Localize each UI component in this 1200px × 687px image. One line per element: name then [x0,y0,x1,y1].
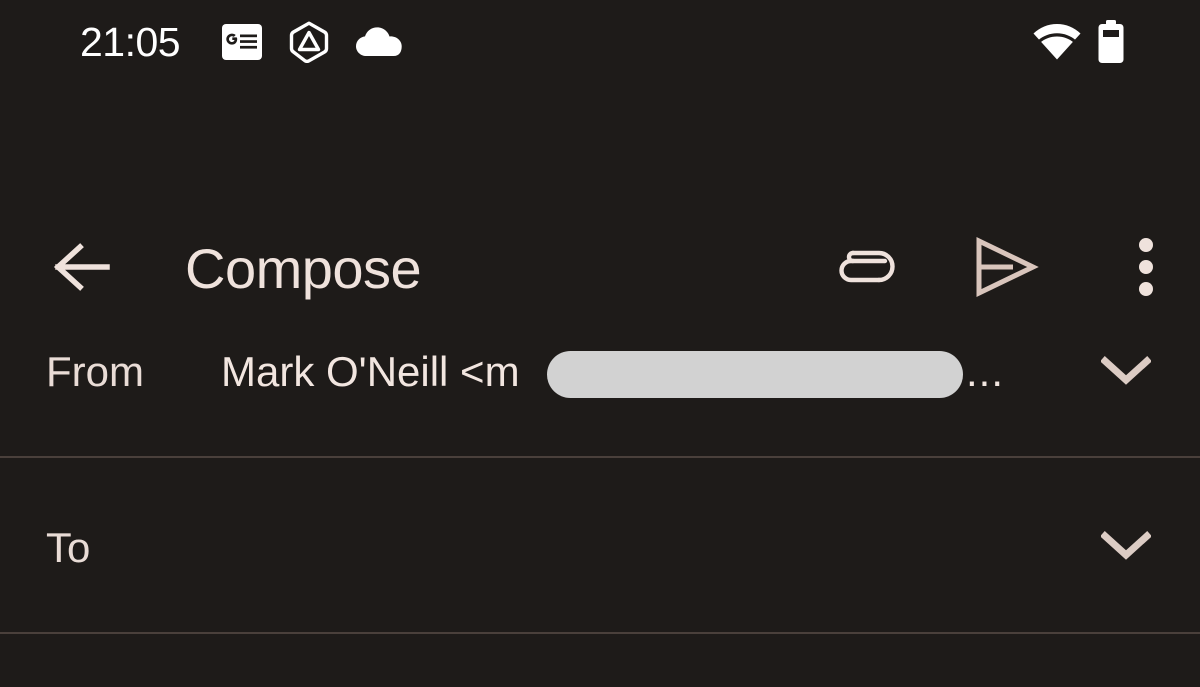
divider-below-to [0,632,1200,634]
google-news-icon [222,24,262,65]
battery-icon [1097,20,1125,69]
from-truncation-ellipsis: ... [966,348,1005,395]
chevron-down-icon [1100,355,1152,391]
app-bar: Compose [0,84,1200,300]
status-clock: 21:05 [80,19,181,65]
cloud-icon [355,26,403,63]
to-row[interactable] [0,457,1200,633]
google-drive-icon [287,21,331,68]
from-expand-button[interactable] [1090,337,1162,409]
to-expand-button[interactable] [1090,512,1162,584]
from-value: Mark O'Neill <m [221,348,520,395]
chevron-down-icon [1100,530,1152,566]
status-bar: 21:05 [0,0,1200,84]
compose-screen: 21:05 Compose From Mark O'Neill <m ... T… [0,0,1200,687]
from-label: From [46,348,144,395]
from-address-redaction [547,351,963,398]
wifi-icon [1032,22,1082,67]
to-label: To [46,524,91,571]
